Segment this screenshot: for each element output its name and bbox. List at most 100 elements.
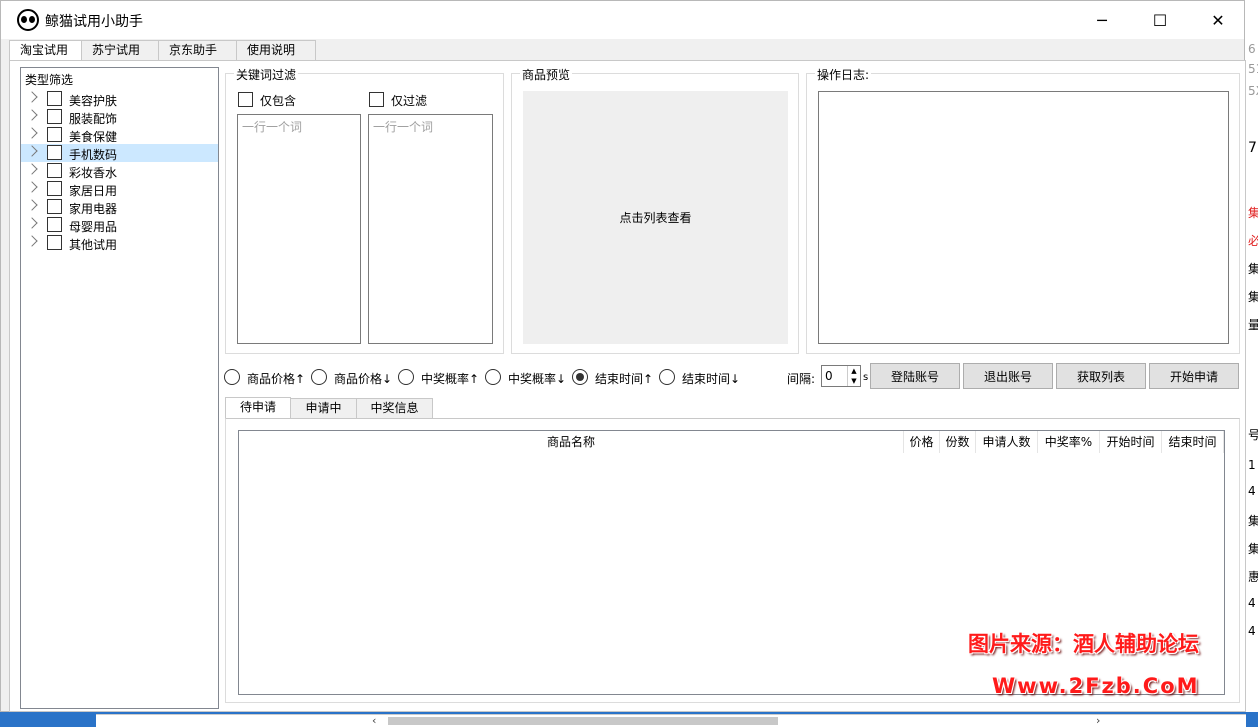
tree-item[interactable]: 彩妆香水 <box>21 162 218 180</box>
tree-item[interactable]: 服装配饰 <box>21 108 218 126</box>
chevron-right-icon[interactable] <box>26 217 38 229</box>
chevron-right-icon[interactable] <box>26 109 38 121</box>
tree-item-label: 手机数码 <box>69 148 118 162</box>
tab-suning[interactable]: 苏宁试用 <box>81 40 159 60</box>
bg-glyph: 必 <box>1248 234 1258 248</box>
column-header[interactable]: 价格 <box>904 431 940 453</box>
checkbox[interactable] <box>47 199 62 214</box>
main-tabstrip: 淘宝试用 苏宁试用 京东助手 使用说明 <box>9 40 316 61</box>
background-window: 6 51 5X 7 集 必 集 集 量 号 1 4 集 集 惠 4 4 <box>1245 0 1258 727</box>
log-textarea[interactable] <box>818 91 1229 344</box>
chevron-right-icon[interactable] <box>26 127 38 139</box>
category-title: 类型筛选 <box>25 73 74 87</box>
column-header[interactable]: 结束时间 <box>1162 431 1224 453</box>
category-tree[interactable]: 类型筛选 美容护肤 服装配饰 美食保健 手机数码 彩妆香水 家居日用 家用电器 … <box>20 67 219 709</box>
checkbox[interactable] <box>47 109 62 124</box>
tab-taobao[interactable]: 淘宝试用 <box>9 40 82 61</box>
column-header[interactable]: 份数 <box>940 431 976 453</box>
include-words-textarea[interactable]: 一行一个词 <box>237 114 361 344</box>
spin-arrows-icon[interactable]: ▲ ▼ <box>847 366 860 386</box>
tree-item-label: 家用电器 <box>69 202 118 216</box>
taobao-panel: 类型筛选 美容护肤 服装配饰 美食保健 手机数码 彩妆香水 家居日用 家用电器 … <box>9 60 1246 712</box>
include-only-checkbox[interactable] <box>238 92 253 107</box>
tree-item-label: 其他试用 <box>69 238 118 252</box>
tab-applying[interactable]: 申请中 <box>290 398 357 418</box>
scroll-left-icon[interactable]: ‹ <box>372 714 376 727</box>
preview-area[interactable]: 点击列表查看 <box>523 91 788 344</box>
watermark-source: 图片来源：酒人辅助论坛 <box>968 632 1199 656</box>
tree-item-label: 美容护肤 <box>69 94 118 108</box>
tree-item-selected[interactable]: 手机数码 <box>21 144 218 162</box>
bg-glyph: 集 <box>1248 542 1258 556</box>
exclude-only-checkbox[interactable] <box>369 92 384 107</box>
column-header[interactable]: 开始时间 <box>1100 431 1162 453</box>
interval-stepper[interactable]: 0 ▲ ▼ <box>821 365 861 387</box>
tab-help[interactable]: 使用说明 <box>236 40 316 60</box>
bg-glyph: 51 <box>1248 62 1258 76</box>
app-window: 鲸猫试用小助手 ─ ☐ ✕ 淘宝试用 苏宁试用 京东助手 使用说明 类型筛选 美… <box>0 0 1246 712</box>
tab-jd[interactable]: 京东助手 <box>158 40 237 60</box>
minimize-button[interactable]: ─ <box>1073 1 1131 39</box>
sort-radio-selected[interactable] <box>572 369 588 385</box>
maximize-button[interactable]: ☐ <box>1131 1 1189 39</box>
sort-radio[interactable] <box>659 369 675 385</box>
tree-item-label: 美食保健 <box>69 130 118 144</box>
tree-item-label: 彩妆香水 <box>69 166 118 180</box>
bg-glyph: 量 <box>1248 318 1258 332</box>
chevron-right-icon[interactable] <box>26 181 38 193</box>
column-header[interactable]: 中奖率% <box>1038 431 1100 453</box>
fetch-list-button[interactable]: 获取列表 <box>1056 363 1146 389</box>
chevron-right-icon[interactable] <box>26 145 38 157</box>
tree-item[interactable]: 母婴用品 <box>21 216 218 234</box>
exclude-words-textarea[interactable]: 一行一个词 <box>368 114 493 344</box>
sort-radio[interactable] <box>485 369 501 385</box>
tree-item[interactable]: 美容护肤 <box>21 90 218 108</box>
chevron-right-icon[interactable] <box>26 91 38 103</box>
bg-glyph: 4 <box>1248 484 1256 498</box>
bg-glyph: 5X <box>1248 84 1258 98</box>
checkbox[interactable] <box>47 91 62 106</box>
checkbox[interactable] <box>47 145 62 160</box>
chevron-right-icon[interactable] <box>26 163 38 175</box>
sort-radio[interactable] <box>224 369 240 385</box>
close-button[interactable]: ✕ <box>1189 1 1247 39</box>
tab-winning-info[interactable]: 中奖信息 <box>356 398 433 418</box>
start-apply-button[interactable]: 开始申请 <box>1149 363 1239 389</box>
checkbox[interactable] <box>47 235 62 250</box>
bg-glyph: 号 <box>1248 428 1258 442</box>
sort-radio-label: 商品价格↑ <box>247 372 306 386</box>
checkbox[interactable] <box>47 163 62 178</box>
checkbox[interactable] <box>47 127 62 142</box>
chevron-right-icon[interactable] <box>26 235 38 247</box>
tree-item[interactable]: 家居日用 <box>21 180 218 198</box>
tree-item[interactable]: 家用电器 <box>21 198 218 216</box>
bg-glyph: 集 <box>1248 290 1258 304</box>
tree-item[interactable]: 其他试用 <box>21 234 218 252</box>
title-bar[interactable]: 鲸猫试用小助手 ─ ☐ ✕ <box>1 1 1244 39</box>
scroll-right-icon[interactable]: › <box>1096 714 1100 727</box>
include-only-label: 仅包含 <box>260 94 297 108</box>
sort-radio-label: 中奖概率↑ <box>421 372 480 386</box>
log-group: 操作日志: <box>806 66 1240 354</box>
sort-radio[interactable] <box>311 369 327 385</box>
tree-item-label: 家居日用 <box>69 184 118 198</box>
bg-glyph: 集 <box>1248 514 1258 528</box>
sort-radio-label: 结束时间↑ <box>595 372 654 386</box>
logout-button[interactable]: 退出账号 <box>963 363 1053 389</box>
preview-hint: 点击列表查看 <box>619 211 692 225</box>
checkbox[interactable] <box>47 181 62 196</box>
checkbox[interactable] <box>47 217 62 232</box>
background-scrollbar-thumb[interactable] <box>388 717 778 725</box>
bg-glyph: 6 <box>1248 42 1256 56</box>
chevron-right-icon[interactable] <box>26 199 38 211</box>
sort-radio[interactable] <box>398 369 414 385</box>
sort-radio-label: 中奖概率↓ <box>508 372 567 386</box>
login-button[interactable]: 登陆账号 <box>870 363 960 389</box>
column-header[interactable]: 商品名称 <box>239 431 904 453</box>
bg-glyph: 惠 <box>1248 570 1258 584</box>
window-title: 鲸猫试用小助手 <box>45 14 143 30</box>
tree-item[interactable]: 美食保健 <box>21 126 218 144</box>
tab-pending[interactable]: 待申请 <box>225 397 291 418</box>
interval-unit: s <box>863 372 869 383</box>
column-header[interactable]: 申请人数 <box>976 431 1038 453</box>
